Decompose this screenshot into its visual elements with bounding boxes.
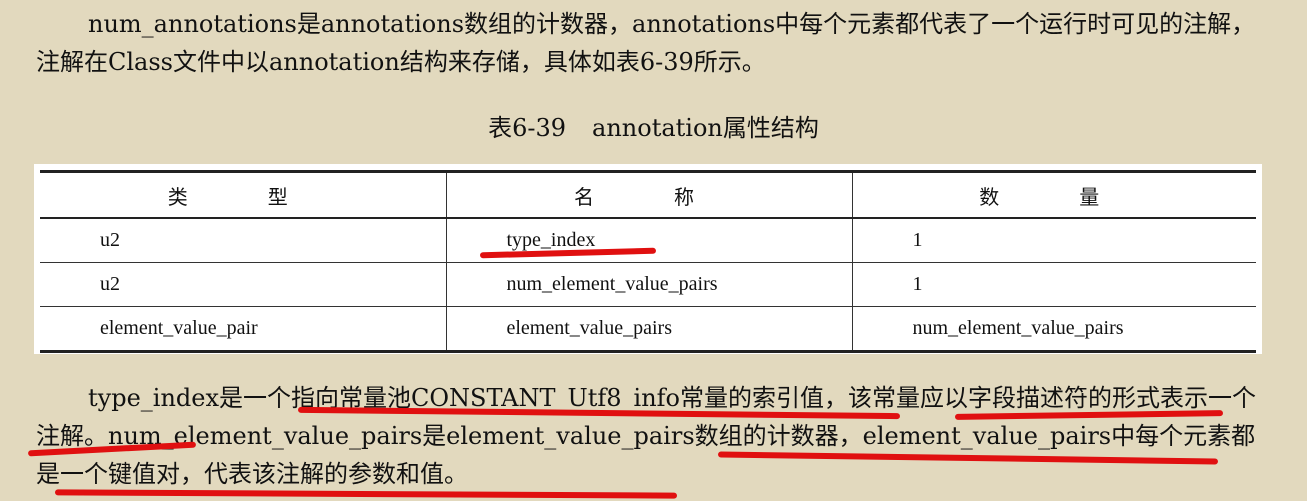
table-caption: 表6-39 annotation属性结构	[0, 108, 1307, 143]
table-row: u2 num_element_value_pairs 1	[40, 262, 1256, 307]
table-caption-title: annotation属性结构	[592, 114, 819, 142]
header-type: 类 型	[40, 171, 447, 219]
table-container: 类 型 名 称 数 量 u2 type_index 1 u2 num_eleme…	[34, 164, 1262, 354]
table-caption-number: 表6-39	[488, 114, 567, 142]
table-cell: u2	[40, 262, 447, 307]
body-paragraph: type_index是一个指向常量池CONSTANT_Utf8_info常量的索…	[36, 379, 1266, 493]
table-cell: element_value_pair	[40, 306, 447, 352]
header-count: 数 量	[851, 171, 1256, 219]
table-cell: u2	[40, 217, 447, 263]
table-cell: 1	[851, 217, 1256, 263]
table-header-row: 类 型 名 称 数 量	[40, 171, 1256, 219]
table-row: element_value_pair element_value_pairs n…	[40, 306, 1256, 352]
header-name: 名 称	[445, 171, 853, 219]
intro-paragraph-text: num_annotations是annotations数组的计数器，annota…	[36, 10, 1256, 76]
annotation-structure-table: 类 型 名 称 数 量 u2 type_index 1 u2 num_eleme…	[40, 170, 1256, 353]
table-cell: num_element_value_pairs	[851, 306, 1256, 352]
intro-paragraph: num_annotations是annotations数组的计数器，annota…	[36, 5, 1266, 81]
body-paragraph-text: type_index是一个指向常量池CONSTANT_Utf8_info常量的索…	[36, 384, 1257, 488]
table-cell: 1	[851, 262, 1256, 307]
table-cell: num_element_value_pairs	[445, 262, 853, 307]
table-cell: element_value_pairs	[445, 306, 853, 352]
table-row: u2 type_index 1	[40, 217, 1256, 263]
